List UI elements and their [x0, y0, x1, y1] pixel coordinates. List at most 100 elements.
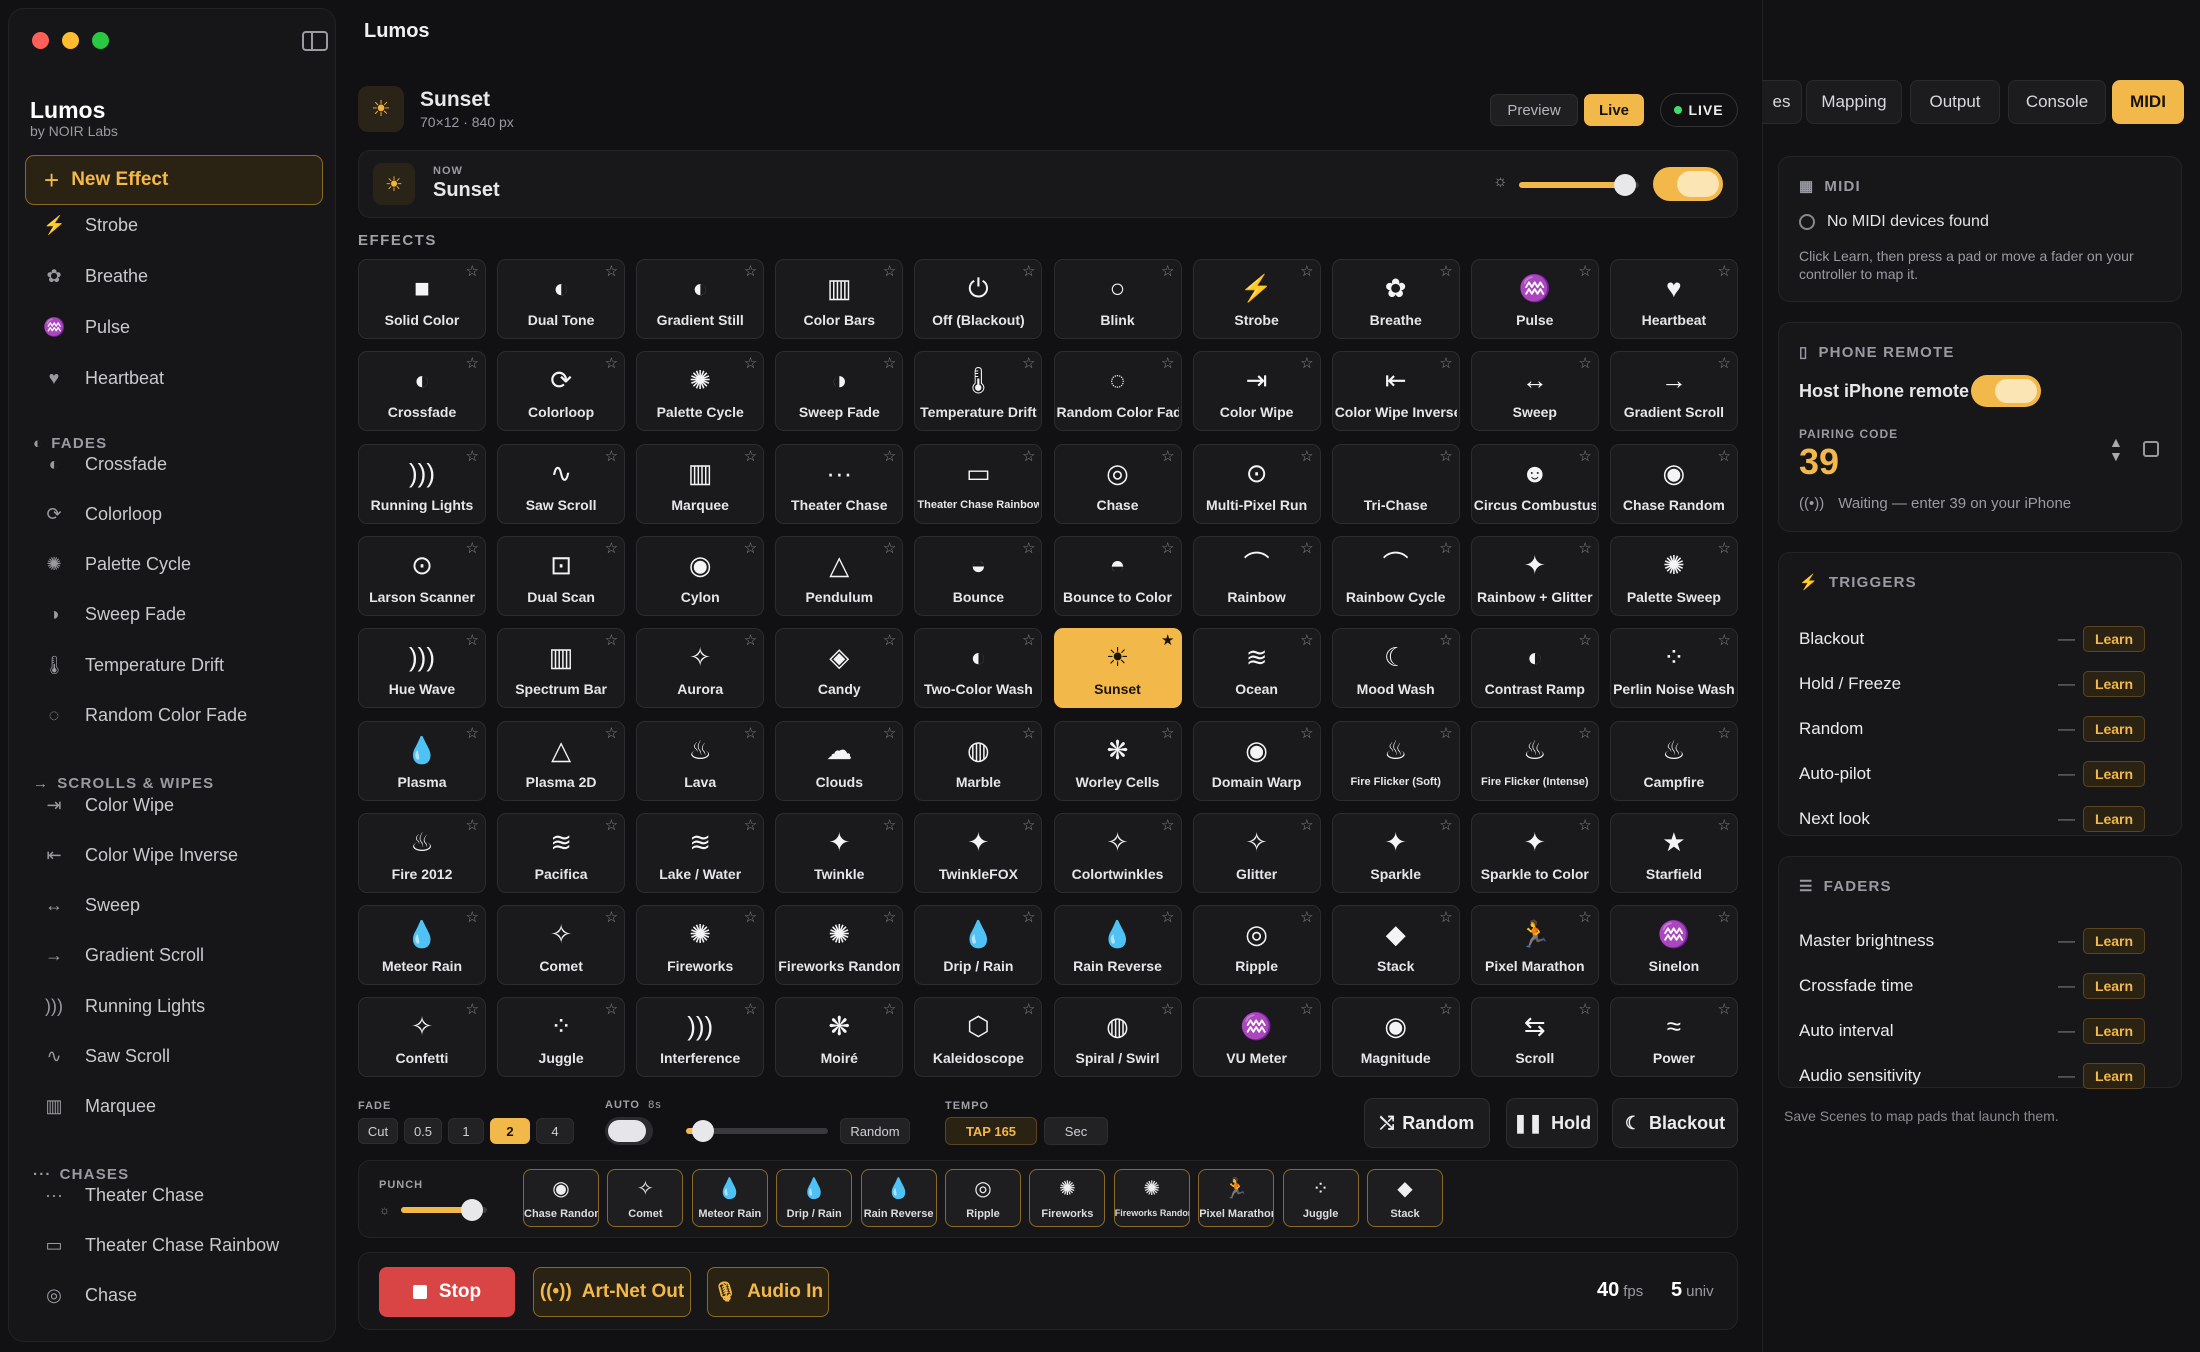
sidebar-item-temperature-drift[interactable]: 🌡 Temperature Drift	[25, 645, 329, 685]
tab-mapping[interactable]: Mapping	[1806, 80, 1902, 124]
effect-tile-twinklefox[interactable]: ☆ ✦ TwinkleFOX	[914, 812, 1043, 893]
effect-tile-dual-scan[interactable]: ☆ ⊡ Dual Scan	[497, 535, 626, 616]
tab-console[interactable]: Console	[2008, 80, 2106, 124]
fade-option-0-5[interactable]: 0.5	[404, 1118, 442, 1144]
sidebar-item-random-color-fade[interactable]: ◌ Random Color Fade	[25, 696, 329, 736]
effect-tile-colortwinkles[interactable]: ☆ ✧ Colortwinkles	[1053, 812, 1182, 893]
effect-tile-pulse[interactable]: ☆ ♒ Pulse	[1470, 259, 1599, 339]
effect-tile-juggle[interactable]: ☆ ⁘ Juggle	[497, 997, 626, 1078]
sidebar-item-sweep[interactable]: ↔ Sweep	[25, 886, 329, 926]
effect-tile-drip-rain[interactable]: ☆ 💧 Drip / Rain	[914, 905, 1043, 986]
sidebar-item-strobe[interactable]: ⚡ Strobe	[25, 205, 329, 245]
effect-tile-marquee[interactable]: ☆ ▥ Marquee	[636, 443, 765, 524]
tempo-sec-button[interactable]: Sec	[1044, 1117, 1108, 1145]
qr-code-icon[interactable]	[2143, 441, 2159, 457]
close-window-button[interactable]	[32, 32, 49, 49]
effect-tile-bounce-to-color[interactable]: ☆ ◓ Bounce to Color	[1053, 535, 1182, 616]
effect-tile-heartbeat[interactable]: ☆ ♥ Heartbeat	[1609, 259, 1738, 339]
effect-tile-stack[interactable]: ☆ ◆ Stack	[1331, 905, 1460, 986]
live-toggle[interactable]: Live	[1584, 94, 1644, 126]
effect-tile-clouds[interactable]: ☆ ☁ Clouds	[775, 720, 904, 801]
sidebar-item-color-wipe[interactable]: ⇥ Color Wipe	[25, 785, 329, 825]
effect-tile-random-color-fade[interactable]: ☆ ◌ Random Color Fade	[1053, 351, 1182, 432]
sidebar-item-theater-chase-rainbow[interactable]: ▭ Theater Chase Rainbow	[25, 1225, 329, 1265]
output-enable-toggle[interactable]	[1653, 167, 1723, 201]
effect-tile-sweep[interactable]: ☆ ↔ Sweep	[1470, 351, 1599, 432]
tab-midi[interactable]: MIDI	[2112, 80, 2184, 124]
effect-tile-larson-scanner[interactable]: ☆ ⊙ Larson Scanner	[358, 535, 486, 616]
blackout-button[interactable]: ☾ Blackout	[1612, 1098, 1738, 1148]
zoom-window-button[interactable]	[92, 32, 109, 49]
learn-button[interactable]: Learn	[2083, 973, 2145, 999]
effect-tile-confetti[interactable]: ☆ ✧ Confetti	[358, 997, 486, 1078]
effect-tile-sweep-fade[interactable]: ☆ ◑ Sweep Fade	[775, 351, 904, 432]
effect-tile-palette-sweep[interactable]: ☆ ✺ Palette Sweep	[1609, 535, 1738, 616]
effect-tile-tri-chase[interactable]: ☆ Tri-Chase	[1331, 443, 1460, 524]
effect-tile-color-wipe[interactable]: ☆ ⇥ Color Wipe	[1192, 351, 1321, 432]
fade-option-4[interactable]: 4	[536, 1118, 574, 1144]
effect-tile-bounce[interactable]: ☆ ◒ Bounce	[914, 535, 1043, 616]
effect-tile-dual-tone[interactable]: ☆ ◐ Dual Tone	[497, 259, 626, 339]
tap-tempo-button[interactable]: TAP 165	[945, 1117, 1037, 1145]
sidebar-item-theater-chase[interactable]: ··· Theater Chase	[25, 1175, 329, 1215]
effect-tile-pendulum[interactable]: ☆ △ Pendulum	[775, 535, 904, 616]
sidebar-item-heartbeat[interactable]: ♥ Heartbeat	[25, 358, 329, 398]
brightness-slider[interactable]	[1519, 174, 1639, 196]
effect-tile-solid-color[interactable]: ☆ ■ Solid Color	[358, 259, 486, 339]
effect-tile-sparkle-to-color[interactable]: ☆ ✦ Sparkle to Color	[1470, 812, 1599, 893]
learn-button[interactable]: Learn	[2083, 626, 2145, 652]
random-button[interactable]: ⤭ Random	[1364, 1098, 1490, 1148]
effect-tile-mood-wash[interactable]: ☆ ☾ Mood Wash	[1331, 628, 1460, 709]
effect-tile-pacifica[interactable]: ☆ ≋ Pacifica	[497, 812, 626, 893]
learn-button[interactable]: Learn	[2083, 1018, 2145, 1044]
effect-tile-color-bars[interactable]: ☆ ▥ Color Bars	[775, 259, 904, 339]
effect-tile-color-wipe-inverse[interactable]: ☆ ⇤ Color Wipe Inverse	[1331, 351, 1460, 432]
effect-tile-spiral-swirl[interactable]: ☆ ◍ Spiral / Swirl	[1053, 997, 1182, 1078]
effect-tile-palette-cycle[interactable]: ☆ ✺ Palette Cycle	[636, 351, 765, 432]
effect-tile-multi-pixel-run[interactable]: ☆ ⊙ Multi-Pixel Run	[1192, 443, 1321, 524]
effect-tile-fire-flicker-intense[interactable]: ☆ ♨ Fire Flicker (Intense)	[1470, 720, 1599, 801]
brightness-knob[interactable]	[1613, 174, 1636, 196]
learn-button[interactable]: Learn	[2083, 806, 2145, 832]
effect-tile-hue-wave[interactable]: ☆))) Hue Wave	[358, 628, 486, 709]
effect-tile-rain-reverse[interactable]: ☆ 💧 Rain Reverse	[1053, 905, 1182, 986]
sidebar-item-crossfade[interactable]: ◐ Crossfade	[25, 444, 329, 484]
punch-tile-stack[interactable]: ◆ Stack	[1367, 1169, 1443, 1227]
effect-tile-circus-combustus[interactable]: ☆ ☻ Circus Combustus	[1470, 443, 1599, 524]
effect-tile-perlin-noise-wash[interactable]: ☆ ⁘ Perlin Noise Wash	[1609, 628, 1738, 709]
punch-tile-comet[interactable]: ✧ Comet	[607, 1169, 684, 1227]
effect-tile-campfire[interactable]: ☆ ♨ Campfire	[1609, 720, 1738, 801]
effect-tile-plasma-2d[interactable]: ☆ △ Plasma 2D	[497, 720, 626, 801]
effect-tile-power[interactable]: ☆ ≈ Power	[1609, 997, 1738, 1078]
effect-tile-gradient-scroll[interactable]: ☆ → Gradient Scroll	[1609, 351, 1738, 432]
sidebar-item-pulse[interactable]: ♒ Pulse	[25, 307, 329, 347]
punch-tile-chase-random[interactable]: ◉ Chase Random	[523, 1169, 599, 1227]
sidebar-toggle-icon[interactable]	[302, 31, 328, 51]
effect-tile-cylon[interactable]: ☆ ◉ Cylon	[636, 535, 765, 616]
learn-button[interactable]: Learn	[2083, 1063, 2145, 1089]
sidebar-item-color-wipe-inverse[interactable]: ⇤ Color Wipe Inverse	[25, 835, 329, 875]
effect-tile-lava[interactable]: ☆ ♨ Lava	[636, 720, 765, 801]
stop-button[interactable]: Stop	[379, 1267, 515, 1317]
sidebar-item-marquee[interactable]: ▥ Marquee	[25, 1087, 329, 1127]
fade-option-2[interactable]: 2	[490, 1118, 530, 1144]
artnet-out-button[interactable]: ((•)) Art-Net Out	[533, 1267, 691, 1317]
auto-toggle[interactable]	[605, 1117, 653, 1145]
effect-tile-temperature-drift[interactable]: ☆ 🌡 Temperature Drift	[914, 351, 1043, 432]
fade-option-cut[interactable]: Cut	[358, 1118, 398, 1144]
punch-tile-drip-rain[interactable]: 💧 Drip / Rain	[776, 1169, 853, 1227]
effect-tile-interference[interactable]: ☆))) Interference	[636, 997, 765, 1078]
effect-tile-theater-chase[interactable]: ☆ ··· Theater Chase	[775, 443, 904, 524]
effect-tile-lake-water[interactable]: ☆ ≋ Lake / Water	[636, 812, 765, 893]
host-remote-toggle[interactable]	[1971, 375, 2041, 407]
punch-tile-fireworks[interactable]: ✺ Fireworks	[1029, 1169, 1106, 1227]
auto-random-button[interactable]: Random	[840, 1118, 910, 1144]
sidebar-item-palette-cycle[interactable]: ✺ Palette Cycle	[25, 545, 329, 585]
effect-tile-marble[interactable]: ☆ ◍ Marble	[914, 720, 1043, 801]
effect-tile-ocean[interactable]: ☆ ≋ Ocean	[1192, 628, 1321, 709]
minimize-window-button[interactable]	[62, 32, 79, 49]
fade-option-1[interactable]: 1	[448, 1118, 484, 1144]
effect-tile-kaleidoscope[interactable]: ☆ ⬡ Kaleidoscope	[914, 997, 1043, 1078]
effect-tile-fire-flicker-soft[interactable]: ☆ ♨ Fire Flicker (Soft)	[1331, 720, 1460, 801]
punch-tile-rain-reverse[interactable]: 💧 Rain Reverse	[860, 1169, 937, 1227]
